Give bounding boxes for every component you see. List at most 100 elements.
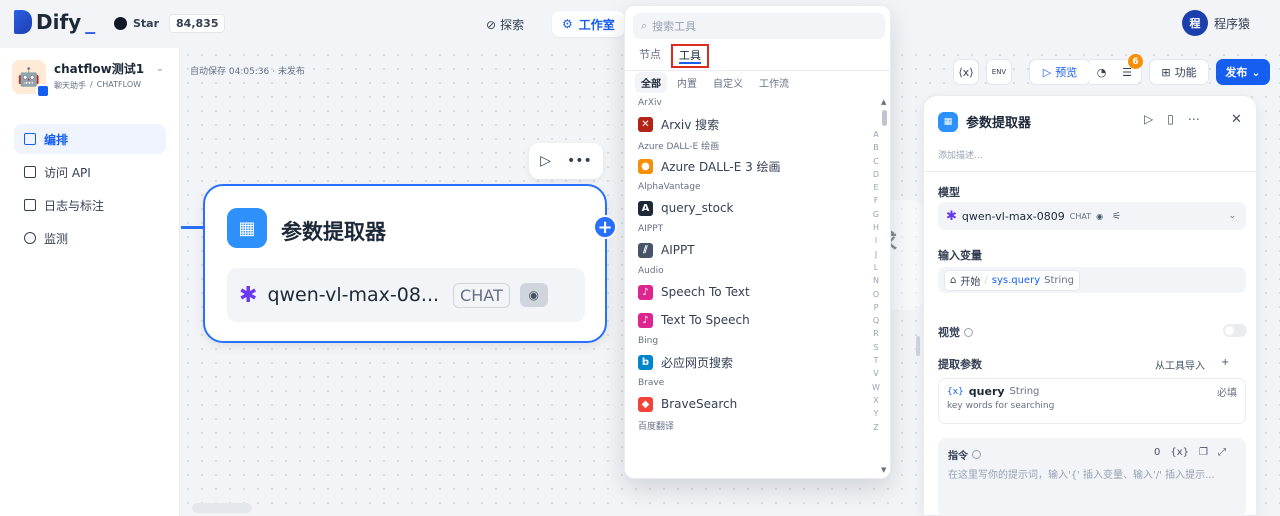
parameter-extractor-icon: ▦: [938, 112, 958, 132]
help-book-icon[interactable]: ▯: [1167, 112, 1174, 126]
description-input[interactable]: 添加描述...: [938, 148, 983, 161]
tool-icon: ◆: [638, 396, 653, 412]
chatflow-badge-icon: [36, 84, 50, 98]
instruction-count: 0: [1154, 447, 1161, 458]
filter-builtin[interactable]: 内置: [671, 72, 703, 93]
tool-search-input[interactable]: ⌕ 搜索工具: [633, 13, 885, 39]
tab-nodes[interactable]: 节点: [635, 44, 665, 68]
instruction-placeholder[interactable]: 在这里写你的提示词，输入'{' 插入变量、输入'/' 插入提示...: [948, 466, 1238, 481]
model-label: 模型: [938, 186, 960, 199]
sidebar-item-monitor[interactable]: 监测: [14, 223, 166, 253]
dify-logo-text: Dify: [36, 10, 82, 34]
vision-toggle[interactable]: [1223, 324, 1247, 337]
node-title: 参数提取器: [281, 220, 386, 244]
dashboard-icon: [24, 232, 36, 244]
input-variable-chip[interactable]: ⌂ 开始 / sys.query String: [944, 269, 1080, 291]
param-item[interactable]: {x} query String 必填 key words for search…: [938, 378, 1246, 424]
node-model-name: qwen-vl-max-08...: [267, 284, 440, 306]
dropdown-tabs: 节点 工具: [635, 44, 709, 68]
run-node-icon[interactable]: ▷: [540, 153, 551, 169]
publish-label: 发布: [1225, 66, 1248, 79]
tool-item[interactable]: ♪ Text To Speech: [625, 306, 865, 334]
app-mode: 聊天助手: [54, 81, 86, 90]
scroll-down-icon[interactable]: ▼: [881, 466, 886, 474]
tool-item-label: Azure DALL-E 3 绘画: [661, 159, 781, 174]
env-variables-button[interactable]: ⟨x⟩: [953, 59, 979, 85]
tool-item-label: AIPPT: [661, 243, 695, 257]
panel-title[interactable]: 参数提取器: [966, 112, 1031, 131]
tool-icon: ●: [638, 158, 653, 174]
user-menu[interactable]: 程 程序猿: [1182, 10, 1250, 36]
publish-button[interactable]: 发布 ⌄: [1216, 59, 1270, 85]
close-icon[interactable]: ✕: [1231, 112, 1242, 127]
parameter-extractor-node[interactable]: ▦ 参数提取器 ✱ qwen-vl-max-08... CHAT ◉: [203, 184, 607, 343]
tool-item[interactable]: b 必应网页搜索: [625, 348, 865, 376]
chevron-down-icon[interactable]: ⌄: [156, 64, 164, 74]
scroll-up-icon[interactable]: ▲: [881, 98, 886, 106]
vision-eye-icon: ◉: [519, 283, 548, 307]
tool-icon: ♪: [638, 312, 653, 328]
variable-icon: {x}: [947, 386, 964, 397]
panel-resize-handle[interactable]: [916, 336, 920, 356]
app-name: chatflow测试1: [54, 62, 145, 76]
insert-variable-icon[interactable]: {x}: [1170, 447, 1189, 458]
preview-button[interactable]: ▷ 预览: [1029, 59, 1091, 85]
filter-all[interactable]: 全部: [635, 72, 667, 93]
copy-icon[interactable]: ❐: [1199, 447, 1208, 458]
tool-icon: ✕: [638, 116, 653, 132]
add-next-node-button[interactable]: +: [593, 215, 617, 239]
tool-item[interactable]: ✕ Arxiv 搜索: [625, 110, 865, 138]
features-button[interactable]: ⊞ 功能: [1149, 59, 1209, 85]
help-icon[interactable]: [964, 327, 973, 337]
param-required: 必填: [1217, 388, 1237, 399]
sidebar-item-orchestrate[interactable]: 编排: [14, 124, 166, 154]
sidebar-item-api[interactable]: 访问 API: [14, 157, 166, 187]
canvas-scrollbar[interactable]: [192, 503, 252, 513]
app-info[interactable]: 🤖 chatflow测试1 ⌄ 聊天助手 / CHATFLOW: [12, 60, 164, 98]
run-icon[interactable]: ▷: [1144, 112, 1153, 126]
history-button[interactable]: ◔: [1090, 59, 1114, 85]
filter-custom[interactable]: 自定义: [707, 72, 749, 93]
model-selector[interactable]: ✱ qwen-vl-max-0809 CHAT ◉ ⚟ ⌄: [938, 202, 1246, 230]
divider: [924, 171, 1256, 172]
file-list-icon: [24, 199, 36, 211]
settings-sliders-icon[interactable]: ⚟: [1112, 211, 1121, 222]
tool-icon: ⫽: [638, 242, 653, 258]
sidebar-item-logs[interactable]: 日志与标注: [14, 190, 166, 220]
tool-item[interactable]: ♪ Speech To Text: [625, 278, 865, 306]
chevron-down-icon: ⌄: [1228, 211, 1236, 221]
tool-item[interactable]: ◆ BraveSearch: [625, 390, 865, 418]
help-icon[interactable]: [972, 450, 981, 459]
instruction-editor[interactable]: 指令 0 {x} ❐ ⤢ 在这里写你的提示词，输入'{' 插入变量、输入'/' …: [938, 438, 1246, 516]
more-icon[interactable]: •••: [567, 153, 592, 169]
robot-icon: ⚙: [562, 17, 573, 31]
input-var-label: 输入变量: [938, 249, 982, 262]
user-name: 程序猿: [1214, 16, 1251, 31]
model-name: qwen-vl-max-0809: [961, 209, 1065, 223]
tool-item[interactable]: ⫽ AIPPT: [625, 236, 865, 264]
tab-tools[interactable]: 工具: [671, 44, 709, 68]
add-param-icon[interactable]: +: [1221, 357, 1229, 372]
tool-filter-tabs: 全部 内置 自定义 工作流: [635, 72, 795, 93]
tool-item[interactable]: ● Azure DALL-E 3 绘画: [625, 152, 865, 180]
input-variable-selector[interactable]: ⌂ 开始 / sys.query String: [938, 267, 1246, 293]
expand-icon[interactable]: ⤢: [1218, 447, 1226, 458]
qwen-logo-icon: ✱: [946, 208, 957, 224]
import-from-tool: 从工具导入 +: [1155, 357, 1229, 372]
nav-studio[interactable]: ⚙ 工作室: [552, 11, 625, 37]
panel-actions: ▷ ▯ ⋯: [1144, 112, 1200, 126]
play-icon: ▷: [1042, 65, 1052, 79]
dify-logo[interactable]: Dify _: [14, 10, 95, 34]
compass-icon: ⊘: [486, 17, 497, 32]
scroll-thumb[interactable]: [882, 110, 887, 126]
env-button[interactable]: ENV: [986, 59, 1012, 85]
history-icon: ◔: [1096, 65, 1107, 79]
tool-item[interactable]: Aquery_stock: [625, 194, 865, 222]
chevron-down-icon: ⌄: [1251, 65, 1261, 79]
more-icon[interactable]: ⋯: [1188, 112, 1200, 126]
nav-explore[interactable]: ⊘ 探索: [486, 16, 524, 33]
tool-list-scrollbar[interactable]: ▲ ▼: [881, 98, 887, 474]
import-from-tool-button[interactable]: 从工具导入: [1155, 357, 1205, 372]
github-star-link[interactable]: Star 84,835: [114, 14, 226, 33]
filter-workflow[interactable]: 工作流: [753, 72, 795, 93]
